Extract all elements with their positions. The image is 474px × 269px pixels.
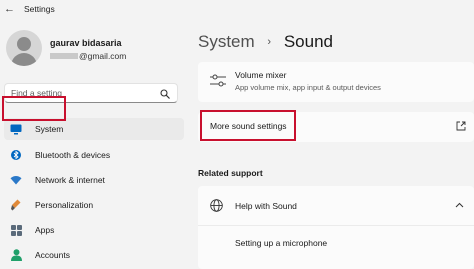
sidebar-item-label: Bluetooth & devices — [35, 150, 111, 160]
globe-icon — [210, 199, 223, 212]
sidebar-item-label: Personalization — [35, 200, 94, 210]
mixer-icon — [210, 74, 226, 87]
avatar[interactable] — [6, 30, 42, 66]
search-icon — [160, 89, 170, 99]
sidebar-item-label: Accounts — [35, 250, 70, 260]
help-link[interactable]: Setting up a microphone — [235, 238, 327, 248]
sidebar-item-accounts[interactable]: Accounts — [4, 244, 184, 266]
sidebar-item-label: Apps — [35, 225, 55, 235]
main-content: System › Sound Volume mixer App volume m… — [190, 20, 474, 269]
user-name: gaurav bidasaria — [50, 38, 122, 48]
brush-icon — [10, 199, 22, 211]
sidebar-item-bluetooth[interactable]: Bluetooth & devices — [4, 144, 184, 166]
app-title: Settings — [24, 4, 55, 14]
page-title: Sound — [283, 32, 333, 51]
volume-mixer-description: App volume mix, app input & output devic… — [235, 83, 381, 92]
sidebar-item-network[interactable]: Network & internet — [4, 169, 184, 191]
sidebar-item-label: Network & internet — [35, 175, 105, 185]
related-support-heading: Related support — [198, 168, 263, 178]
chevron-up-icon[interactable] — [455, 202, 464, 208]
breadcrumb-parent[interactable]: System — [198, 32, 255, 51]
breadcrumb-separator: › — [267, 36, 272, 48]
more-sound-settings-highlight-box — [200, 110, 296, 141]
title-bar: ← Settings — [0, 0, 474, 20]
accounts-icon — [10, 249, 22, 261]
sidebar: gaurav bidasaria @gmail.com Find a setti… — [0, 20, 190, 269]
help-with-sound-title[interactable]: Help with Sound — [235, 201, 297, 211]
system-highlight-box — [2, 96, 66, 121]
avatar-body — [11, 53, 37, 66]
divider — [198, 225, 474, 226]
apps-icon — [10, 224, 22, 236]
back-arrow-icon[interactable]: ← — [4, 4, 15, 15]
email-redaction — [50, 53, 78, 59]
volume-mixer-title: Volume mixer — [235, 70, 287, 80]
sidebar-item-system[interactable]: System — [4, 118, 184, 140]
open-external-icon — [456, 121, 466, 131]
sidebar-item-apps[interactable]: Apps — [4, 219, 184, 241]
wifi-icon — [10, 174, 22, 186]
bluetooth-icon — [10, 149, 22, 161]
system-icon — [10, 123, 22, 135]
avatar-head — [17, 37, 31, 51]
user-email-row: @gmail.com — [50, 51, 126, 61]
user-email: @gmail.com — [79, 51, 127, 61]
help-with-sound-card: Help with Sound Setting up a microphone — [198, 186, 474, 269]
breadcrumb: System › Sound — [198, 32, 333, 52]
volume-mixer-card[interactable]: Volume mixer App volume mix, app input &… — [198, 62, 474, 102]
sidebar-item-label: System — [35, 124, 64, 134]
sidebar-item-personalization[interactable]: Personalization — [4, 194, 184, 216]
